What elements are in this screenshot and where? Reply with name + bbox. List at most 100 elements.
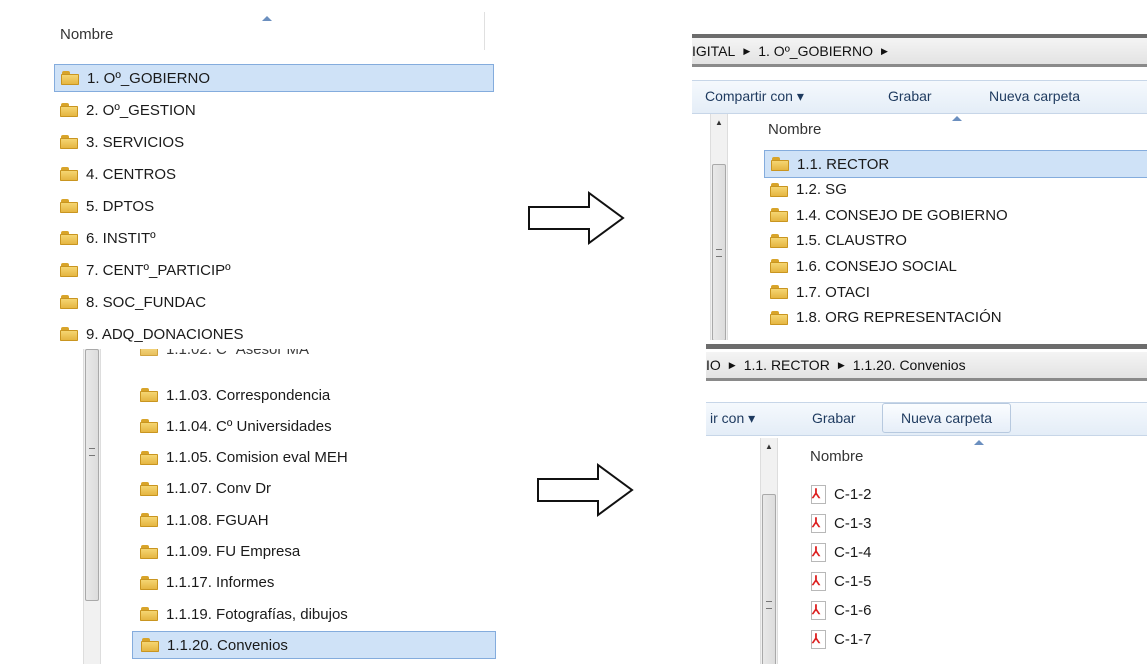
folder-row[interactable]: 9. ADQ_DONACIONES xyxy=(54,320,494,348)
folder-name: 8. SOC_FUNDAC xyxy=(86,293,207,311)
file-row[interactable]: C-1-2 xyxy=(804,480,1140,508)
scrollbar-thumb[interactable] xyxy=(762,494,776,664)
folder-row[interactable]: 1.5. CLAUSTRO xyxy=(764,227,1147,255)
navigation-pane-scrollbar[interactable]: ▲ xyxy=(760,438,778,664)
folder-row[interactable]: 1. Oº_GOBIERNO xyxy=(54,64,494,92)
folder-name: 9. ADQ_DONACIONES xyxy=(86,325,244,343)
scroll-up-icon[interactable]: ▲ xyxy=(765,442,773,451)
breadcrumb-item[interactable]: 1. Oº_GOBIERNO xyxy=(758,43,873,59)
column-header-nombre[interactable]: Nombre xyxy=(810,448,863,465)
folder-icon xyxy=(140,544,158,559)
folder-icon xyxy=(140,388,158,402)
folder-icon xyxy=(771,157,789,171)
folder-row[interactable]: 6. INSTITº xyxy=(54,224,494,252)
breadcrumb-item[interactable]: 1.1. RECTOR xyxy=(744,357,830,373)
folder-row[interactable]: 1.1.09. FU Empresa xyxy=(132,538,496,566)
folder-row[interactable]: 1.1.08. FGUAH xyxy=(132,506,496,534)
folder-icon xyxy=(770,259,788,274)
new-folder-button[interactable]: Nueva carpeta xyxy=(882,403,1012,433)
folder-row-partial[interactable]: 1.1.02. Cº Asesor MA xyxy=(140,349,309,363)
breadcrumb-item[interactable]: IO xyxy=(706,357,721,373)
navigation-pane-scrollbar[interactable]: ▲ xyxy=(710,114,728,340)
folder-row[interactable]: 1.2. SG xyxy=(764,176,1147,204)
breadcrumb[interactable]: IO ▶ 1.1. RECTOR ▶ 1.1.20. Convenios xyxy=(706,352,1147,378)
burn-button[interactable]: Grabar xyxy=(812,410,856,426)
pdf-file-icon xyxy=(810,543,826,562)
pdf-file-icon xyxy=(810,601,826,620)
folder-icon xyxy=(140,481,158,496)
folder-row[interactable]: 1.1.17. Informes xyxy=(132,569,496,597)
folder-row[interactable]: 3. SERVICIOS xyxy=(54,128,494,156)
breadcrumb-item[interactable]: IGITAL xyxy=(692,43,735,59)
titlebar-edge xyxy=(706,344,1147,349)
folder-row[interactable]: 1.1.05. Comision eval MEH xyxy=(132,444,496,472)
folder-icon xyxy=(140,419,158,434)
folder-name: 1.1.05. Comision eval MEH xyxy=(166,449,348,467)
folder-name: 1.2. SG xyxy=(796,181,847,199)
panel-root-folders: Nombre 1. Oº_GOBIERNO 2. Oº_GESTION 3. SER… xyxy=(36,12,494,348)
breadcrumb-arrow-icon[interactable]: ▶ xyxy=(743,46,750,57)
folder-row[interactable]: 1.1.20. Convenios xyxy=(132,631,496,660)
folder-row[interactable]: 7. CENTº_PARTICIPº xyxy=(54,256,494,284)
breadcrumb-arrow-icon[interactable]: ▶ xyxy=(838,360,845,371)
folder-row[interactable]: 1.6. CONSEJO SOCIAL xyxy=(764,252,1147,280)
folder-name: 1.7. OTACI xyxy=(796,283,870,301)
right-arrow-icon xyxy=(528,191,625,245)
folder-icon xyxy=(140,575,158,590)
folder-icon xyxy=(60,103,78,117)
folder-row[interactable]: 1.4. CONSEJO DE GOBIERNO xyxy=(764,201,1147,229)
navigation-pane-scrollbar[interactable] xyxy=(83,349,101,664)
folder-name: 1.5. CLAUSTRO xyxy=(796,232,907,250)
folder-icon xyxy=(60,327,78,341)
folder-icon xyxy=(770,285,788,299)
folder-row[interactable]: 1.8. ORG REPRESENTACIÓN xyxy=(764,304,1147,332)
folder-icon xyxy=(61,71,79,85)
file-name: C-1-3 xyxy=(834,514,872,532)
file-row[interactable]: C-1-3 xyxy=(804,509,1140,537)
breadcrumb-arrow-icon[interactable]: ▶ xyxy=(881,46,888,57)
folder-name: 1.6. CONSEJO SOCIAL xyxy=(796,257,957,275)
column-divider xyxy=(484,12,485,50)
grip-icon xyxy=(716,249,722,257)
breadcrumb[interactable]: IGITAL ▶ 1. Oº_GOBIERNO ▶ xyxy=(692,38,1147,64)
folder-icon xyxy=(770,233,788,248)
folder-row[interactable]: 1.1.19. Fotografías, dibujos xyxy=(132,600,496,628)
burn-button[interactable]: Grabar xyxy=(888,88,932,104)
folder-icon xyxy=(60,295,78,309)
folder-icon xyxy=(60,199,78,213)
folder-icon xyxy=(141,638,159,653)
file-row[interactable]: C-1-7 xyxy=(804,625,1140,653)
folder-row[interactable]: 1.1.03. Correspondencia xyxy=(132,381,496,409)
scrollbar-thumb[interactable] xyxy=(712,164,726,340)
folder-row[interactable]: 8. SOC_FUNDAC xyxy=(54,288,494,316)
share-with-button[interactable]: ir con ▾ xyxy=(710,410,755,427)
column-header-nombre[interactable]: Nombre xyxy=(60,26,113,43)
chevron-down-icon: ▾ xyxy=(748,410,756,426)
file-row[interactable]: C-1-6 xyxy=(804,596,1140,624)
column-header-nombre[interactable]: Nombre xyxy=(768,121,821,138)
scroll-up-icon[interactable]: ▲ xyxy=(715,118,723,127)
share-with-button[interactable]: Compartir con ▾ xyxy=(705,88,804,105)
folder-row[interactable]: 1.1.07. Conv Dr xyxy=(132,475,496,503)
folder-icon xyxy=(140,607,158,622)
folder-name: 1.1.03. Correspondencia xyxy=(166,386,331,404)
folder-name: 1.1.19. Fotografías, dibujos xyxy=(166,605,348,623)
folder-icon xyxy=(770,208,788,223)
file-row[interactable]: C-1-5 xyxy=(804,567,1140,595)
folder-row[interactable]: 2. Oº_GESTION xyxy=(54,96,494,124)
folder-row[interactable]: 5. DPTOS xyxy=(54,192,494,220)
folder-row[interactable]: 4. CENTROS xyxy=(54,160,494,188)
file-name: C-1-7 xyxy=(834,630,872,648)
folder-icon xyxy=(60,231,78,245)
pdf-file-icon xyxy=(810,572,826,591)
file-row[interactable]: C-1-4 xyxy=(804,538,1140,566)
folder-row[interactable]: 1.7. OTACI xyxy=(764,278,1147,306)
folder-row[interactable]: 1.1.04. Cº Universidades xyxy=(132,412,496,440)
panel-convenios: IO ▶ 1.1. RECTOR ▶ 1.1.20. Convenios ir … xyxy=(706,344,1147,664)
new-folder-button[interactable]: Nueva carpeta xyxy=(989,88,1080,104)
folder-row[interactable]: 1.1. RECTOR xyxy=(764,150,1147,178)
scrollbar-thumb[interactable] xyxy=(85,349,99,601)
breadcrumb-arrow-icon[interactable]: ▶ xyxy=(729,360,736,371)
breadcrumb-item[interactable]: 1.1.20. Convenios xyxy=(853,357,966,373)
folder-icon xyxy=(140,450,158,465)
